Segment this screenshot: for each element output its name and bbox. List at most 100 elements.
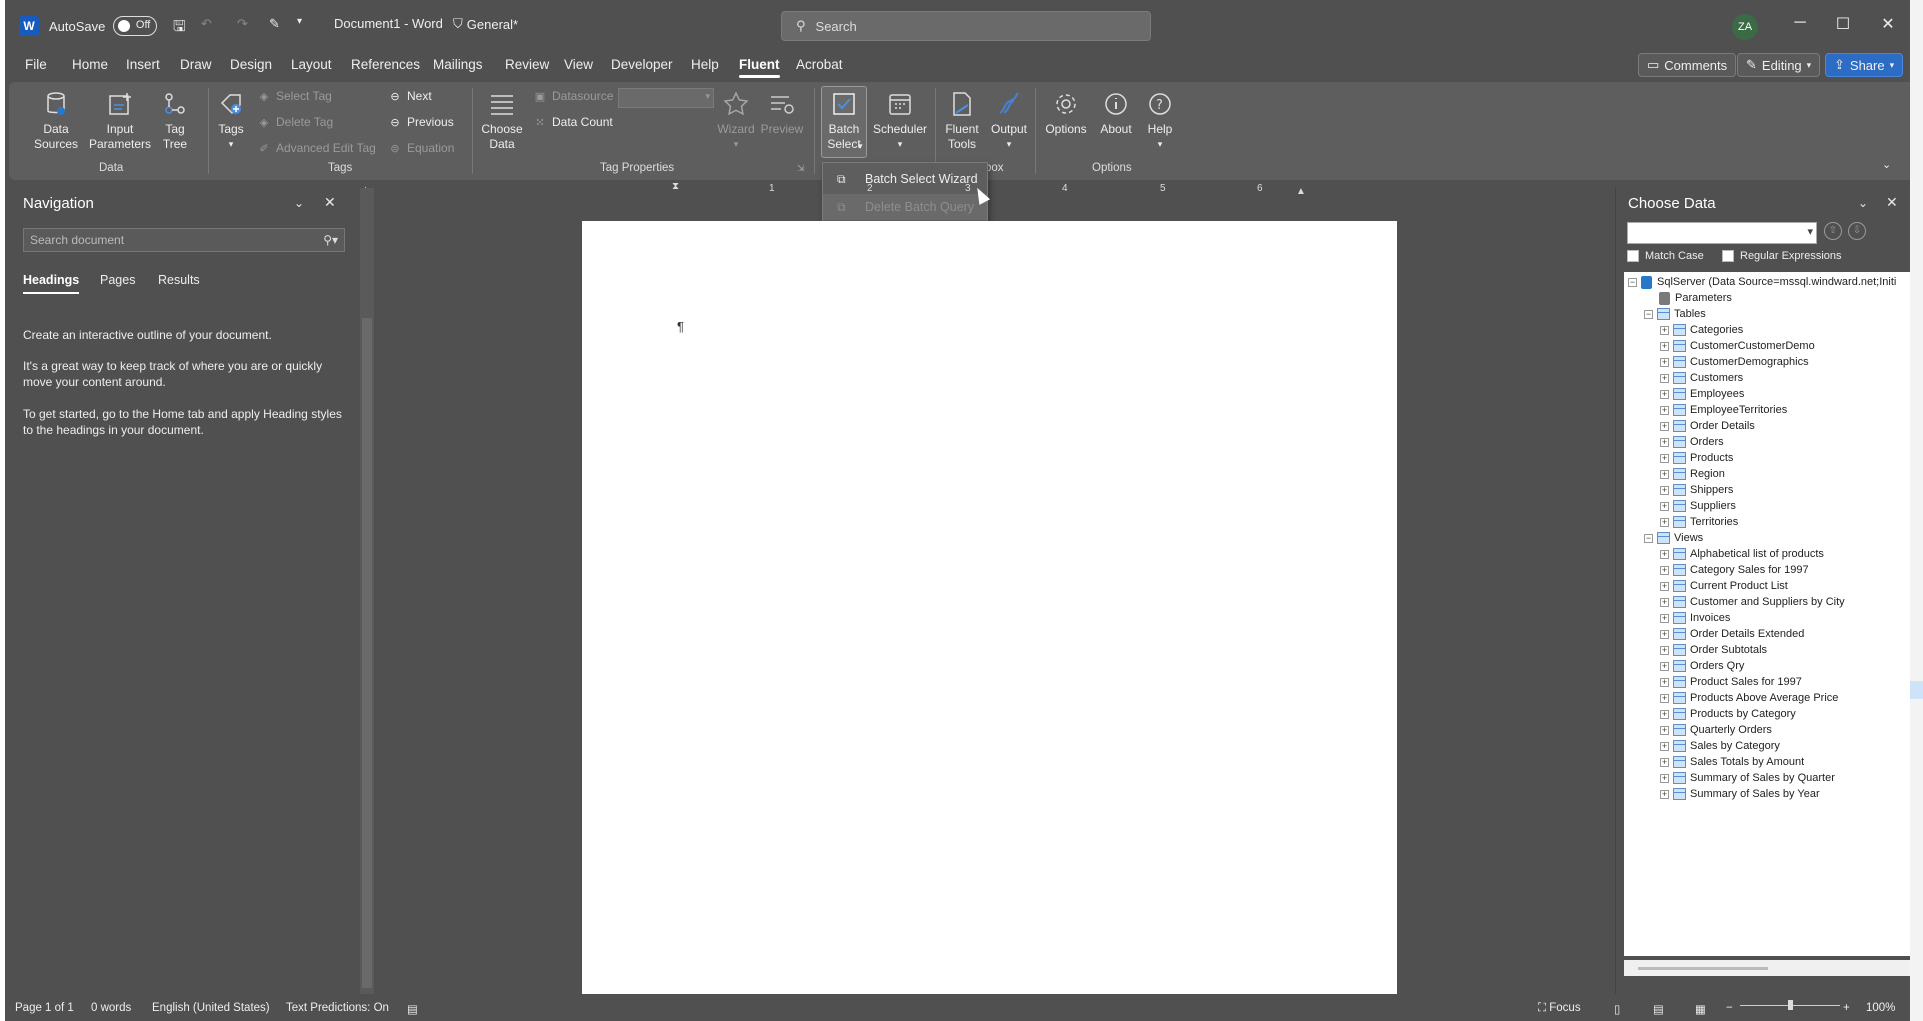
tab-pages[interactable]: Pages — [100, 273, 135, 287]
tree-node-view[interactable]: + Orders Qry — [1660, 658, 1744, 674]
expand-icon[interactable]: + — [1660, 757, 1669, 767]
pane-options-icon[interactable]: ⌄ — [1858, 196, 1868, 210]
expand-icon[interactable]: + — [1660, 501, 1669, 511]
scheduler-button[interactable]: Scheduler ▾ — [869, 88, 931, 152]
expand-icon[interactable]: + — [1660, 341, 1669, 351]
print-layout-icon[interactable]: ▤ — [1653, 1002, 1664, 1016]
help-button[interactable]: ? Help ▾ — [1140, 88, 1180, 152]
expand-icon[interactable]: + — [1660, 565, 1669, 575]
expand-icon[interactable]: + — [1660, 789, 1669, 799]
title-search-box[interactable]: ⚲ Search — [781, 11, 1151, 41]
tags-button[interactable]: Tags ▾ — [211, 88, 251, 152]
tag-tree-button[interactable]: Tag Tree — [155, 88, 195, 152]
expand-icon[interactable]: + — [1660, 629, 1669, 639]
expand-icon[interactable]: + — [1660, 485, 1669, 495]
focus-button[interactable]: ⛶ Focus — [1538, 1002, 1581, 1015]
tree-node-view[interactable]: + Order Subtotals — [1660, 642, 1767, 658]
indent-marker-icon[interactable]: ⧗ — [672, 181, 679, 192]
previous-button[interactable]: ⊖ Previous — [388, 115, 453, 129]
tree-node-view[interactable]: + Products by Category — [1660, 706, 1796, 722]
preview-button[interactable]: Preview — [759, 88, 805, 137]
expand-icon[interactable]: + — [1660, 741, 1669, 751]
about-button[interactable]: About — [1095, 88, 1137, 137]
tree-node-table[interactable]: + Employees — [1660, 386, 1744, 402]
tab-developer[interactable]: Developer — [611, 57, 673, 72]
tab-review[interactable]: Review — [505, 57, 549, 72]
zoom-out-icon[interactable]: − — [1726, 1002, 1733, 1014]
tree-node-views[interactable]: − Views — [1644, 530, 1703, 546]
maximize-button[interactable]: ☐ — [1828, 14, 1858, 34]
tree-node-tables[interactable]: − Tables — [1644, 306, 1706, 322]
tree-node-view[interactable]: + Customer and Suppliers by City — [1660, 594, 1845, 610]
language-status[interactable]: English (United States) — [152, 1002, 270, 1014]
tree-node-table[interactable]: + Customers — [1660, 370, 1743, 386]
tree-node-table[interactable]: + CustomerDemographics — [1660, 354, 1809, 370]
expand-icon[interactable]: + — [1660, 469, 1669, 479]
close-pane-icon[interactable]: ✕ — [324, 194, 336, 211]
tab-insert[interactable]: Insert — [126, 57, 160, 72]
expand-icon[interactable]: + — [1660, 597, 1669, 607]
tab-mailings[interactable]: Mailings — [433, 57, 483, 72]
collapse-icon[interactable]: − — [1628, 277, 1637, 287]
zoom-slider-thumb[interactable] — [1788, 1000, 1793, 1010]
tree-node-view[interactable]: + Product Sales for 1997 — [1660, 674, 1802, 690]
save-icon[interactable]: 🖫 — [173, 16, 186, 41]
tree-horizontal-scrollbar[interactable] — [1624, 960, 1916, 976]
expand-icon[interactable]: + — [1660, 693, 1669, 703]
editing-mode-button[interactable]: ✎ Editing ▾ — [1737, 53, 1821, 77]
match-case-checkbox[interactable]: Match Case — [1627, 250, 1704, 262]
tab-headings[interactable]: Headings — [23, 273, 80, 294]
tab-home[interactable]: Home — [72, 57, 108, 72]
tab-help[interactable]: Help — [691, 57, 719, 72]
tree-node-table[interactable]: + Territories — [1660, 514, 1738, 530]
next-button[interactable]: ⊖ Next — [388, 89, 431, 103]
tree-node-view[interactable]: + Alphabetical list of products — [1660, 546, 1824, 562]
batch-select-button[interactable]: Batch Select ▾ — [821, 88, 867, 152]
tree-node-table[interactable]: + Region — [1660, 466, 1725, 482]
autosave-control[interactable]: AutoSave Off — [49, 16, 158, 36]
tree-node-view[interactable]: + Order Details Extended — [1660, 626, 1804, 642]
fluent-tools-button[interactable]: Fluent Tools — [939, 88, 985, 152]
choose-data-button[interactable]: Choose Data — [480, 88, 524, 152]
redo-icon[interactable]: ↷ — [237, 16, 248, 32]
delete-batch-query-item[interactable]: ⧉ Delete Batch Query — [823, 194, 987, 220]
data-count-button[interactable]: ⁙ Data Count — [533, 115, 612, 129]
tab-draw[interactable]: Draw — [180, 57, 212, 72]
input-parameters-button[interactable]: Input Parameters — [85, 88, 155, 152]
tree-node-view[interactable]: + Category Sales for 1997 — [1660, 562, 1809, 578]
expand-icon[interactable]: + — [1660, 437, 1669, 447]
tab-view[interactable]: View — [564, 57, 593, 72]
tree-node-table[interactable]: + EmployeeTerritories — [1660, 402, 1787, 418]
document-page[interactable]: ¶ — [582, 221, 1397, 994]
zoom-level[interactable]: 100% — [1866, 1002, 1895, 1014]
sensitivity-label[interactable]: ⛉ General* — [453, 16, 518, 32]
tree-node-parameters[interactable]: Parameters — [1659, 290, 1732, 306]
expand-icon[interactable]: + — [1660, 613, 1669, 623]
autosave-toggle[interactable]: Off — [113, 16, 158, 36]
search-up-icon[interactable]: ⇧ — [1824, 222, 1842, 240]
choose-data-search-combo[interactable] — [1627, 222, 1817, 244]
web-layout-icon[interactable]: ▦ — [1695, 1002, 1706, 1016]
search-down-icon[interactable]: ⇩ — [1848, 222, 1866, 240]
read-mode-icon[interactable]: ▯ — [1614, 1002, 1620, 1016]
advanced-edit-tag-button[interactable]: ✐ Advanced Edit Tag — [257, 141, 375, 155]
tree-node-view[interactable]: + Current Product List — [1660, 578, 1788, 594]
text-predictions-status[interactable]: Text Predictions: On — [286, 1002, 389, 1014]
tree-node-table[interactable]: + Orders — [1660, 434, 1724, 450]
dialog-launcher-icon[interactable]: ⇲ — [797, 163, 805, 174]
expand-icon[interactable]: + — [1660, 405, 1669, 415]
tree-node-table[interactable]: + CustomerCustomerDemo — [1660, 338, 1815, 354]
tree-node-view[interactable]: + Summary of Sales by Year — [1660, 786, 1820, 802]
customize-qat-icon[interactable]: ▾ — [297, 16, 302, 27]
tree-node-table[interactable]: + Products — [1660, 450, 1733, 466]
tab-design[interactable]: Design — [230, 57, 272, 72]
search-document-input[interactable]: Search document ⚲▾ — [23, 228, 345, 252]
tree-node-table[interactable]: + Categories — [1660, 322, 1743, 338]
expand-icon[interactable]: + — [1660, 389, 1669, 399]
accessibility-icon[interactable]: ▤ — [407, 1002, 418, 1016]
tree-node-root[interactable]: − SqlServer (Data Source=mssql.windward.n… — [1628, 274, 1896, 290]
undo-icon[interactable]: ↶ — [201, 16, 212, 32]
tree-node-table[interactable]: + Suppliers — [1660, 498, 1736, 514]
tree-node-view[interactable]: + Quarterly Orders — [1660, 722, 1772, 738]
tab-references[interactable]: References — [351, 57, 420, 72]
